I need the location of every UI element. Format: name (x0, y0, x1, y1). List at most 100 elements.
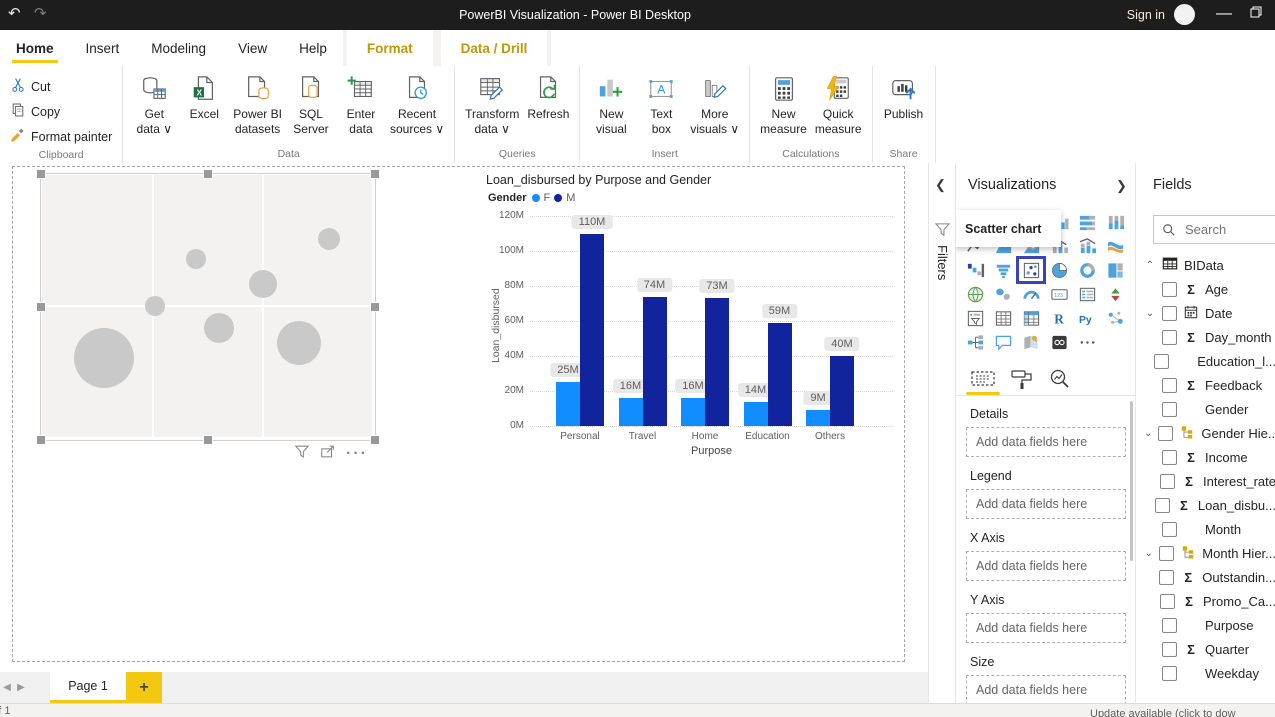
paginated-report-visual-icon[interactable] (1047, 331, 1071, 353)
focus-mode-icon[interactable] (320, 444, 336, 464)
card-visual-icon[interactable]: 123 (1047, 283, 1071, 305)
format-tab[interactable] (1010, 363, 1034, 395)
bar-m-home[interactable] (705, 298, 729, 426)
well-dropzone-details[interactable]: Add data fields here (966, 427, 1126, 457)
legend-label-f[interactable]: F (544, 192, 551, 204)
field-label[interactable]: Date (1205, 306, 1232, 321)
field-checkbox[interactable] (1162, 618, 1177, 633)
r-script-visual-icon[interactable]: R (1047, 307, 1071, 329)
field-label[interactable]: Day_month (1205, 330, 1271, 345)
copy-button[interactable]: Copy (6, 99, 64, 124)
filters-label[interactable]: Filters (935, 245, 950, 280)
well-dropzone-y-axis[interactable]: Add data fields here (966, 613, 1126, 643)
field-label[interactable]: Age (1205, 282, 1228, 297)
new-visual-button[interactable]: New visual (586, 66, 636, 137)
enter-data-button[interactable]: Enter data (336, 66, 386, 137)
table-visual-icon[interactable] (991, 307, 1015, 329)
more-options-visual-icon[interactable] (1075, 331, 1099, 353)
waterfall-visual-icon[interactable] (963, 259, 987, 281)
field-checkbox[interactable] (1162, 306, 1177, 321)
legend-swatch-m[interactable] (554, 194, 562, 202)
field-label[interactable]: Gender Hie... (1201, 426, 1275, 441)
bar-m-travel[interactable] (643, 297, 667, 427)
fields-tab[interactable] (970, 363, 996, 395)
search-input[interactable] (1183, 221, 1275, 238)
scrollbar[interactable] (1130, 401, 1133, 561)
well-dropzone-x-axis[interactable]: Add data fields here (966, 551, 1126, 581)
well-dropzone-size[interactable]: Add data fields here (966, 675, 1126, 703)
analytics-tab[interactable] (1048, 363, 1072, 395)
sign-in-button[interactable]: Sign in (1127, 0, 1165, 30)
power-bi-datasets-button[interactable]: Power BI datasets (229, 66, 286, 137)
field-checkbox[interactable] (1159, 546, 1174, 561)
page-tab[interactable]: Page 1 (50, 672, 126, 703)
field-checkbox[interactable] (1159, 570, 1174, 585)
gauge-visual-icon[interactable] (1019, 283, 1043, 305)
field-checkbox[interactable] (1154, 354, 1169, 369)
scatter-visual-placeholder[interactable] (42, 175, 372, 437)
filled-map-visual-icon[interactable] (991, 283, 1015, 305)
transform-data-button[interactable]: Transform data ∨ (461, 66, 523, 137)
minimize-button[interactable]: — (1207, 0, 1241, 30)
bar-f-education[interactable] (744, 402, 768, 427)
bar-m-others[interactable] (830, 356, 854, 426)
excel-button[interactable]: XExcel (179, 66, 229, 122)
tab-view[interactable]: View (222, 30, 283, 66)
bar-f-home[interactable] (681, 398, 705, 426)
page-prev-icon[interactable]: ◀ (0, 672, 14, 703)
field-label[interactable]: Month (1205, 522, 1241, 537)
field-row-gender-hie[interactable]: ⌄ Gender Hie... (1136, 421, 1275, 445)
field-label[interactable]: Quarter (1205, 642, 1249, 657)
tab-insert[interactable]: Insert (70, 30, 136, 66)
bar-f-personal[interactable] (556, 382, 580, 426)
slicer-visual-icon[interactable] (963, 307, 987, 329)
line-stacked-column-visual-icon[interactable] (1075, 235, 1099, 257)
field-row-gender[interactable]: Gender (1136, 397, 1275, 421)
format-painter-button[interactable]: Format painter (6, 124, 116, 149)
field-label[interactable]: Education_l... (1197, 354, 1275, 369)
expand-chevron-icon[interactable]: ⌄ (1144, 428, 1152, 439)
field-row-feedback[interactable]: ΣFeedback (1136, 373, 1275, 397)
new-measure-button[interactable]: New measure (756, 66, 811, 137)
field-label[interactable]: Month Hier... (1202, 546, 1275, 561)
expand-chevron-icon[interactable]: ⌄ (1144, 548, 1153, 559)
field-row-loan-disbu[interactable]: ΣLoan_disbu... (1136, 493, 1275, 517)
recent-sources-button[interactable]: Recent sources ∨ (386, 66, 448, 137)
quick-measure-button[interactable]: Quick measure (811, 66, 866, 137)
qa-visual-icon[interactable] (991, 331, 1015, 353)
chevron-left-icon[interactable]: ❮ (935, 177, 946, 193)
filter-icon[interactable] (294, 444, 310, 464)
legend-label-m[interactable]: M (566, 192, 575, 204)
field-row-age[interactable]: ΣAge (1136, 277, 1275, 301)
arcgis-map-visual-icon[interactable] (1019, 331, 1043, 353)
field-row-weekday[interactable]: Weekday (1136, 661, 1275, 685)
page-next-icon[interactable]: ▶ (14, 672, 28, 703)
field-checkbox[interactable] (1162, 642, 1177, 657)
kpi-visual-icon[interactable] (1103, 283, 1127, 305)
field-checkbox[interactable] (1162, 282, 1177, 297)
field-row-month-hier[interactable]: ⌄ Month Hier... (1136, 541, 1275, 565)
expand-chevron-icon[interactable]: ⌄ (1144, 308, 1156, 319)
publish-button[interactable]: Publish (879, 66, 929, 122)
field-checkbox[interactable] (1160, 474, 1175, 489)
field-row-education-l[interactable]: Education_l... (1136, 349, 1275, 373)
field-label[interactable]: Gender (1205, 402, 1248, 417)
donut-visual-icon[interactable] (1075, 259, 1099, 281)
bar-f-others[interactable] (806, 410, 830, 426)
field-label[interactable]: Interest_rate (1203, 474, 1275, 489)
field-label[interactable]: Promo_Ca... (1203, 594, 1275, 609)
get-data-button[interactable]: Get data ∨ (129, 66, 179, 137)
filter-icon[interactable] (934, 221, 951, 243)
collapse-chevron-icon[interactable]: ⌃ (1144, 260, 1156, 271)
field-row-quarter[interactable]: ΣQuarter (1136, 637, 1275, 661)
field-label[interactable]: Weekday (1205, 666, 1259, 681)
field-row-interest-rate[interactable]: ΣInterest_rate (1136, 469, 1275, 493)
restore-button[interactable] (1239, 0, 1273, 30)
field-row-outstandin[interactable]: ΣOutstandin... (1136, 565, 1275, 589)
text-box-button[interactable]: AText box (636, 66, 686, 137)
avatar[interactable] (1174, 4, 1195, 25)
multi-row-card-visual-icon[interactable] (1075, 283, 1099, 305)
well-dropzone-legend[interactable]: Add data fields here (966, 489, 1126, 519)
legend-swatch-f[interactable] (532, 194, 540, 202)
field-checkbox[interactable] (1162, 666, 1177, 681)
